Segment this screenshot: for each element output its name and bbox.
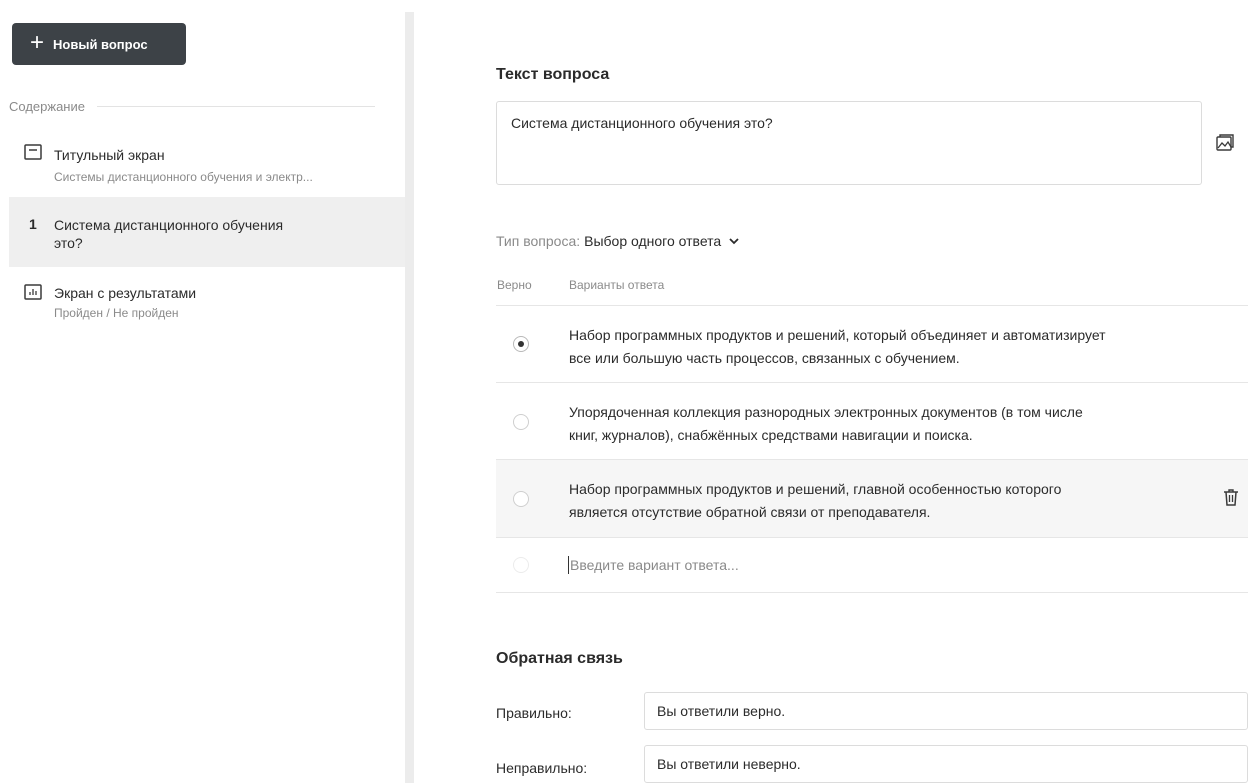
divider — [496, 592, 1248, 593]
answer-text-line1: Набор программных продуктов и решений, г… — [569, 481, 1062, 497]
feedback-incorrect-field[interactable]: Вы ответили неверно. — [644, 745, 1248, 783]
trash-icon[interactable] — [1223, 488, 1239, 506]
question-type-value: Выбор одного ответа — [584, 233, 722, 249]
sidebar-item-question-1[interactable]: 1 Система дистанционного обучения это? — [9, 197, 405, 267]
question-type-dropdown[interactable]: Тип вопроса: Выбор одного ответа — [496, 233, 739, 249]
correct-column-header: Верно — [497, 278, 532, 292]
contents-heading-label: Содержание — [9, 99, 85, 114]
results-chart-icon — [24, 284, 42, 300]
new-answer-input[interactable]: Введите вариант ответа... — [568, 556, 739, 574]
sidebar: + Новый вопрос Содержание Титульный экра… — [0, 0, 405, 783]
question-type-label: Тип вопроса: — [496, 233, 581, 249]
answer-text-line1: Упорядоченная коллекция разнородных элек… — [569, 404, 1083, 420]
plus-icon: + — [30, 29, 45, 56]
answer-option[interactable]: Набор программных продуктов и решений, к… — [496, 306, 1248, 383]
sidebar-item-label: Титульный экран — [54, 147, 165, 163]
sidebar-item-label-line2: это? — [54, 235, 83, 251]
sidebar-item-results-screen[interactable]: Экран с результатами Пройден / Не пройде… — [9, 280, 405, 332]
feedback-correct-label: Правильно: — [496, 705, 572, 721]
answer-option[interactable]: Набор программных продуктов и решений, г… — [496, 460, 1248, 537]
question-number: 1 — [29, 216, 37, 232]
chevron-down-icon — [729, 238, 739, 245]
answer-text-line2: книг, журналов), снабжённых средствами н… — [569, 427, 973, 443]
correct-answer-radio — [513, 557, 529, 573]
sidebar-item-title-screen[interactable]: Титульный экран Системы дистанционного о… — [9, 140, 405, 192]
correct-answer-radio[interactable] — [513, 336, 529, 352]
answer-text-line2: все или большую часть процессов, связанн… — [569, 350, 960, 366]
feedback-incorrect-label: Неправильно: — [496, 760, 588, 776]
panel-resize-handle[interactable] — [405, 12, 414, 783]
sidebar-item-subtitle: Системы дистанционного обучения и электр… — [54, 170, 313, 184]
feedback-heading: Обратная связь — [496, 650, 623, 667]
options-column-header: Варианты ответа — [569, 278, 665, 292]
correct-answer-radio[interactable] — [513, 414, 529, 430]
feedback-correct-field[interactable]: Вы ответили верно. — [644, 692, 1248, 730]
new-question-label: Новый вопрос — [53, 36, 148, 52]
question-text-field[interactable]: Система дистанционного обучения это? — [496, 101, 1202, 185]
insert-image-icon[interactable] — [1215, 133, 1235, 153]
answer-option[interactable]: Упорядоченная коллекция разнородных элек… — [496, 383, 1248, 460]
question-text-heading: Текст вопроса — [496, 66, 610, 83]
new-answer-row[interactable]: Введите вариант ответа... — [496, 538, 1248, 592]
title-screen-icon — [24, 144, 42, 160]
answer-text-line2: является отсутствие обратной связи от пр… — [569, 504, 931, 520]
answer-text-line1: Набор программных продуктов и решений, к… — [569, 327, 1106, 343]
correct-answer-radio[interactable] — [513, 491, 529, 507]
new-question-button[interactable]: + Новый вопрос — [12, 23, 186, 65]
sidebar-item-subtitle: Пройден / Не пройден — [54, 306, 179, 320]
divider — [96, 106, 375, 107]
contents-heading: Содержание — [9, 99, 375, 114]
sidebar-item-label: Экран с результатами — [54, 285, 197, 301]
sidebar-item-label-line1: Система дистанционного обучения — [54, 217, 284, 233]
